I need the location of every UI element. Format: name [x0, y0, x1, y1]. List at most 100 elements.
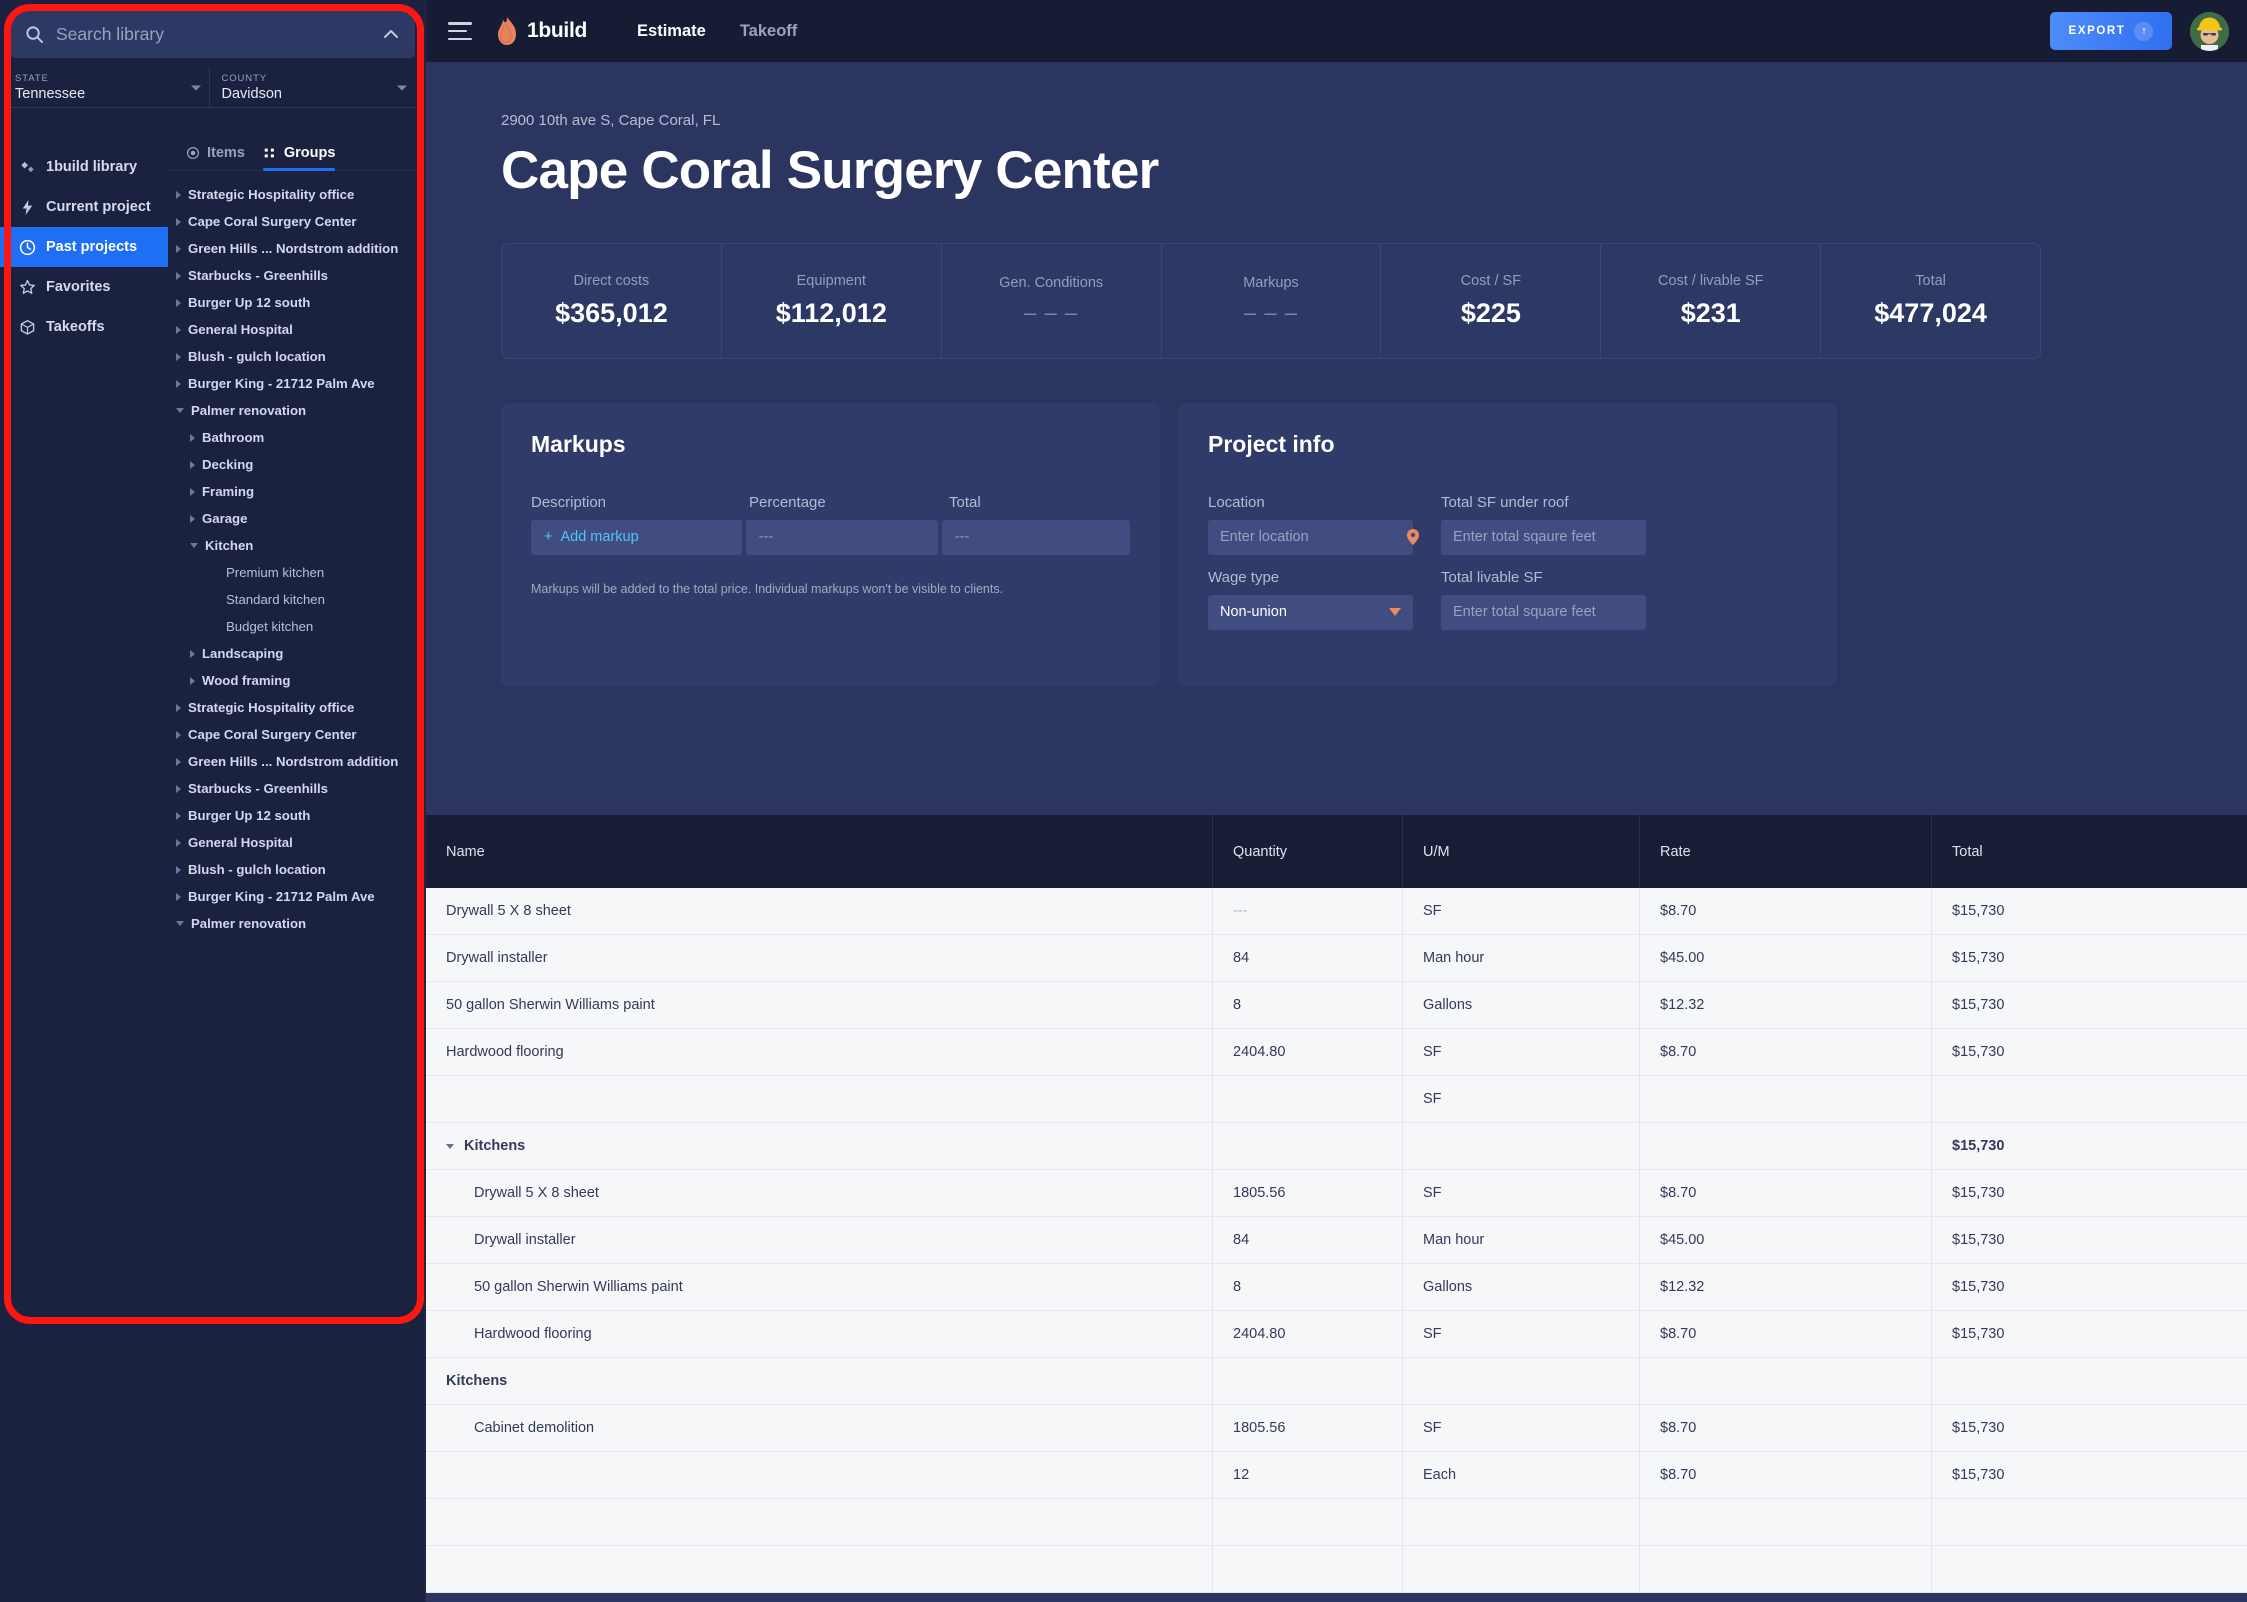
cell-rate[interactable]: $45.00	[1640, 1217, 1932, 1263]
brand-logo[interactable]: 1build	[494, 16, 587, 46]
table-row[interactable]: Cabinet demolition 1805.56 SF $8.70 $15,730	[426, 1405, 2247, 1452]
wage-type-select[interactable]: Non-union	[1208, 594, 1413, 630]
tree-item[interactable]: Green Hills ... Nordstrom addition	[168, 235, 426, 262]
cell-rate[interactable]: $8.70	[1640, 1452, 1932, 1498]
cell-quantity[interactable]: 1805.56	[1213, 1405, 1403, 1451]
table-row[interactable]	[426, 1546, 2247, 1593]
cell-quantity[interactable]: 8	[1213, 1264, 1403, 1310]
add-markup-button[interactable]: + Add markup	[531, 519, 742, 555]
cell-name[interactable]: Drywall installer	[426, 1217, 1213, 1263]
cell-rate[interactable]: $8.70	[1640, 1311, 1932, 1357]
tree-item[interactable]: Burger Up 12 south	[168, 289, 426, 316]
cell-total[interactable]: $15,730	[1932, 1311, 2247, 1357]
cell-total[interactable]: $15,730	[1932, 1170, 2247, 1216]
table-row[interactable]: 50 gallon Sherwin Williams paint 8 Gallons…	[426, 1264, 2247, 1311]
tree-item[interactable]: Palmer renovation	[168, 910, 426, 937]
table-row[interactable]	[426, 1499, 2247, 1546]
top-nav-estimate[interactable]: Estimate	[637, 22, 706, 41]
column-header-u-m[interactable]: U/M	[1403, 815, 1640, 888]
cell-total[interactable]	[1932, 1546, 2247, 1592]
tab-groups[interactable]: Groups	[262, 145, 335, 171]
sf-under-roof-input[interactable]	[1441, 519, 1646, 555]
tree-item[interactable]: General Hospital	[168, 829, 426, 856]
sidebar-item-favorites[interactable]: Favorites	[0, 267, 168, 307]
tab-items[interactable]: Items	[186, 145, 245, 170]
cell-rate[interactable]	[1640, 1499, 1932, 1545]
cell-name[interactable]	[426, 1546, 1213, 1592]
cell-um[interactable]	[1403, 1123, 1640, 1169]
column-header-quantity[interactable]: Quantity	[1213, 815, 1403, 888]
livable-sf-input[interactable]	[1441, 594, 1646, 630]
cell-total[interactable]: $15,730	[1932, 982, 2247, 1028]
table-row[interactable]: 50 gallon Sherwin Williams paint 8 Gallons…	[426, 982, 2247, 1029]
tree-item[interactable]: Strategic Hospitality office	[168, 694, 426, 721]
cell-name[interactable]: Cabinet demolition	[426, 1405, 1213, 1451]
cell-quantity[interactable]: 2404.80	[1213, 1311, 1403, 1357]
cell-name[interactable]	[426, 1499, 1213, 1545]
cell-rate[interactable]	[1640, 1358, 1932, 1404]
tree-item[interactable]: Blush - gulch location	[168, 343, 426, 370]
cell-quantity[interactable]: 84	[1213, 935, 1403, 981]
tree-item[interactable]: Cape Coral Surgery Center	[168, 208, 426, 235]
sf-under-roof-text-input[interactable]	[1453, 529, 1640, 546]
cell-total[interactable]: $15,730	[1932, 1217, 2247, 1263]
column-header-name[interactable]: Name	[426, 815, 1213, 888]
avatar[interactable]	[2190, 11, 2229, 51]
tree-item[interactable]: Burger King - 21712 Palm Ave	[168, 370, 426, 397]
cell-quantity[interactable]: 12	[1213, 1452, 1403, 1498]
chevron-down-icon[interactable]	[446, 1143, 454, 1149]
column-header-rate[interactable]: Rate	[1640, 815, 1932, 888]
top-nav-takeoff[interactable]: Takeoff	[740, 22, 797, 41]
tree-item[interactable]: Starbucks - Greenhills	[168, 262, 426, 289]
cell-rate[interactable]: $8.70	[1640, 888, 1932, 934]
table-row[interactable]: Hardwood flooring 2404.80 SF $8.70 $15,730	[426, 1029, 2247, 1076]
cell-quantity[interactable]	[1213, 1358, 1403, 1404]
cell-rate[interactable]: $8.70	[1640, 1029, 1932, 1075]
cell-name[interactable]: Hardwood flooring	[426, 1311, 1213, 1357]
table-group-row[interactable]: Kitchens	[426, 1358, 2247, 1405]
cell-total[interactable]: $15,730	[1932, 1123, 2247, 1169]
chevron-up-icon[interactable]	[381, 24, 401, 44]
tree-item[interactable]: Burger King - 21712 Palm Ave	[168, 883, 426, 910]
tree-item[interactable]: Framing	[168, 478, 426, 505]
markup-total-cell[interactable]: ---	[941, 519, 1130, 555]
search-bar[interactable]	[11, 10, 415, 58]
cell-quantity[interactable]	[1213, 1546, 1403, 1592]
cell-quantity[interactable]: 1805.56	[1213, 1170, 1403, 1216]
cell-name[interactable]: Drywall 5 X 8 sheet	[426, 1170, 1213, 1216]
cell-rate[interactable]: $8.70	[1640, 1405, 1932, 1451]
cell-name[interactable]	[426, 1076, 1213, 1122]
cell-name[interactable]: Drywall 5 X 8 sheet	[426, 888, 1213, 934]
cell-name[interactable]: 50 gallon Sherwin Williams paint	[426, 1264, 1213, 1310]
cell-um[interactable]: Each	[1403, 1452, 1640, 1498]
tree-item[interactable]: Blush - gulch location	[168, 856, 426, 883]
cell-um[interactable]: Man hour	[1403, 1217, 1640, 1263]
tree-item[interactable]: Bathroom	[168, 424, 426, 451]
cell-quantity[interactable]: 8	[1213, 982, 1403, 1028]
cell-um[interactable]: SF	[1403, 1170, 1640, 1216]
cell-total[interactable]	[1932, 1076, 2247, 1122]
cell-um[interactable]: Gallons	[1403, 982, 1640, 1028]
cell-um[interactable]: SF	[1403, 888, 1640, 934]
tree-item[interactable]: General Hospital	[168, 316, 426, 343]
search-input[interactable]	[56, 23, 369, 45]
cell-total[interactable]	[1932, 1499, 2247, 1545]
cell-name[interactable]: Drywall installer	[426, 935, 1213, 981]
table-group-row[interactable]: Kitchens $15,730	[426, 1123, 2247, 1170]
markup-percentage-cell[interactable]: ---	[745, 519, 938, 555]
cell-name[interactable]	[426, 1452, 1213, 1498]
tree-item[interactable]: Wood framing	[168, 667, 426, 694]
cell-rate[interactable]: $45.00	[1640, 935, 1932, 981]
cell-quantity[interactable]	[1213, 1499, 1403, 1545]
sidebar-item-current-project[interactable]: Current project	[0, 187, 168, 227]
cell-total[interactable]: $15,730	[1932, 888, 2247, 934]
tree-item[interactable]: Decking	[168, 451, 426, 478]
export-button[interactable]: EXPORT ↑	[2050, 12, 2172, 50]
tree-item[interactable]: Strategic Hospitality office	[168, 181, 426, 208]
cell-rate[interactable]	[1640, 1546, 1932, 1592]
cell-quantity[interactable]: ---	[1213, 888, 1403, 934]
location-text-input[interactable]	[1220, 529, 1407, 546]
cell-total[interactable]: $15,730	[1932, 1029, 2247, 1075]
tree-item[interactable]: Palmer renovation	[168, 397, 426, 424]
cell-rate[interactable]	[1640, 1123, 1932, 1169]
